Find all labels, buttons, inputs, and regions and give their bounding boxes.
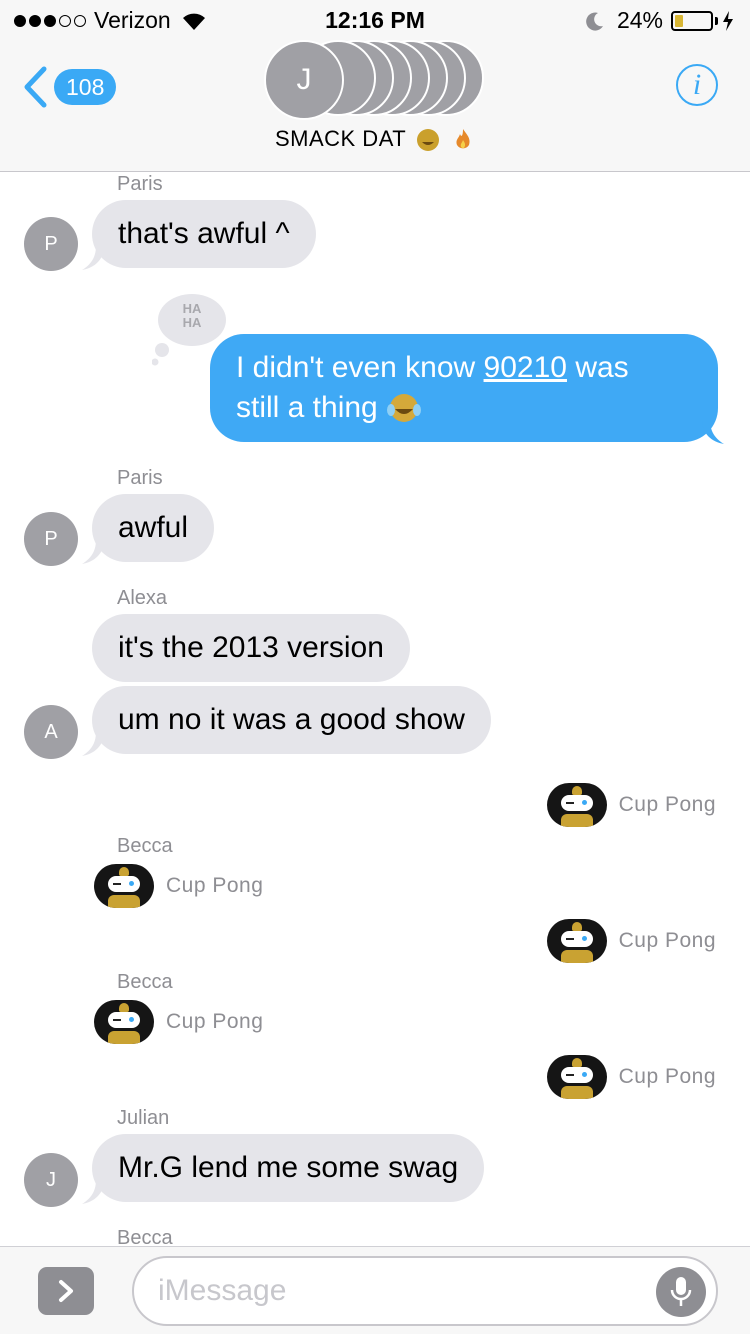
sender-name: Becca bbox=[117, 971, 173, 993]
game-label: Cup Pong bbox=[618, 793, 716, 816]
group-avatar-initial: J bbox=[264, 40, 344, 120]
message-text: I didn't even know bbox=[236, 351, 484, 384]
sender-name: Becca bbox=[117, 835, 173, 857]
haha-tapback-label: HA HA bbox=[182, 301, 202, 330]
dictation-button[interactable] bbox=[656, 1267, 706, 1317]
phone-link[interactable]: 90210 bbox=[484, 351, 567, 384]
group-avatar-stack[interactable]: J bbox=[264, 40, 486, 120]
tears-of-joy-emoji-icon bbox=[387, 394, 422, 422]
game-label: Cup Pong bbox=[618, 1065, 716, 1088]
conversation-header: 108 J SMACK DAT i bbox=[0, 40, 750, 172]
microphone-icon bbox=[670, 1277, 692, 1306]
message-bubble-incoming[interactable]: that's awful ^ bbox=[92, 200, 316, 268]
message-bubble-incoming[interactable]: awful bbox=[92, 494, 215, 562]
imessage-input[interactable] bbox=[132, 1256, 718, 1326]
chevron-left-icon bbox=[24, 66, 47, 108]
battery-tip bbox=[715, 16, 718, 25]
bubble-tail bbox=[702, 420, 724, 444]
game-message-incoming[interactable]: Cup Pong bbox=[94, 864, 263, 908]
battery-icon bbox=[671, 10, 713, 31]
cup-pong-icon bbox=[546, 783, 607, 827]
status-right: 24% bbox=[585, 7, 734, 34]
game-label: Cup Pong bbox=[618, 929, 716, 952]
status-bar: Verizon 12:16 PM 24% bbox=[0, 0, 750, 40]
info-icon: i bbox=[692, 68, 702, 101]
game-message-outgoing[interactable]: Cup Pong bbox=[546, 783, 716, 827]
sender-name: Julian bbox=[117, 1107, 170, 1129]
message-bubble-incoming[interactable]: it's the 2013 version bbox=[92, 614, 410, 682]
chevron-right-icon bbox=[59, 1280, 73, 1302]
cup-pong-icon bbox=[94, 864, 154, 908]
avatar[interactable]: J bbox=[24, 1153, 78, 1207]
avatar[interactable]: P bbox=[24, 217, 78, 271]
avatar[interactable]: P bbox=[24, 512, 78, 566]
message-text: was bbox=[566, 351, 629, 384]
expand-apps-button[interactable] bbox=[38, 1267, 94, 1315]
game-label: Cup Pong bbox=[166, 1010, 264, 1033]
game-message-outgoing[interactable]: Cup Pong bbox=[546, 1055, 716, 1099]
battery-level-fill bbox=[675, 14, 683, 27]
group-name-text: SMACK DAT bbox=[274, 126, 406, 151]
cup-pong-icon bbox=[546, 1055, 607, 1099]
info-button[interactable]: i bbox=[676, 64, 718, 106]
sender-name: Alexa bbox=[117, 587, 168, 609]
sender-name: Paris bbox=[117, 173, 163, 195]
avatar[interactable]: A bbox=[24, 705, 78, 759]
sender-name: Paris bbox=[117, 467, 163, 489]
cup-pong-icon bbox=[546, 919, 607, 963]
message-bubble-incoming[interactable]: um no it was a good show bbox=[92, 686, 491, 754]
message-bubble-incoming[interactable]: Mr.G lend me some swag bbox=[92, 1134, 485, 1202]
sweat-smile-emoji-icon bbox=[417, 129, 440, 152]
message-bubble-outgoing[interactable]: I didn't even know 90210 was still a thin… bbox=[210, 334, 718, 442]
charging-bolt-icon bbox=[723, 10, 733, 31]
game-label: Cup Pong bbox=[166, 874, 264, 897]
cup-pong-icon bbox=[94, 1000, 154, 1044]
unread-count-badge: 108 bbox=[54, 69, 117, 105]
group-name[interactable]: SMACK DAT bbox=[0, 126, 750, 152]
game-message-incoming[interactable]: Cup Pong bbox=[94, 1000, 263, 1044]
fire-emoji-icon bbox=[456, 129, 470, 149]
battery-percent: 24% bbox=[616, 7, 663, 33]
message-text: still a thing bbox=[236, 391, 378, 424]
compose-bar bbox=[0, 1246, 750, 1334]
back-button[interactable]: 108 bbox=[22, 66, 117, 108]
game-message-outgoing[interactable]: Cup Pong bbox=[546, 919, 716, 963]
do-not-disturb-moon-icon bbox=[586, 12, 603, 31]
